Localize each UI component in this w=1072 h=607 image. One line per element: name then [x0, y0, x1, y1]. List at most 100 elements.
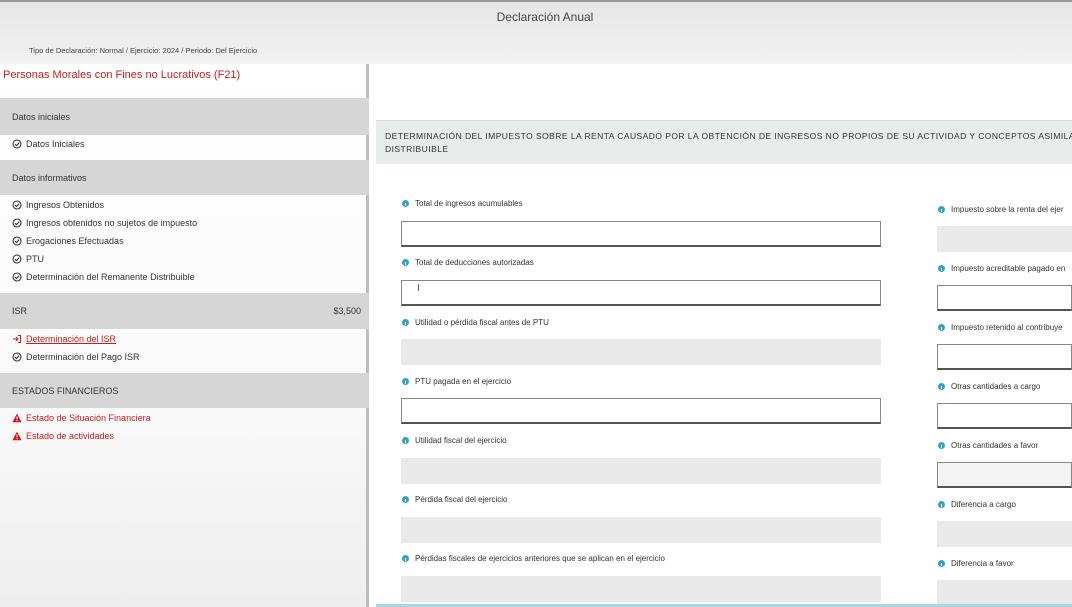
field-label-perdida-fiscal: Pérdida fiscal del ejercicio — [402, 495, 508, 504]
utilidad-perdida-antes-ptu-field — [401, 339, 881, 365]
sidebar-item-det-isr[interactable]: Determinación del ISR — [12, 334, 116, 344]
field-label-total-ingresos: Total de ingresos acumulables — [402, 199, 523, 208]
section-isr[interactable]: ISR $3,500 — [0, 293, 369, 329]
sidebar-item-datos-iniciales[interactable]: Datos Iniciales — [12, 139, 85, 149]
info-icon[interactable] — [938, 324, 945, 331]
top-header: Declaración Anual Tipo de Declaración: N… — [0, 0, 1072, 64]
sidebar-item-label: Ingresos Obtenidos — [26, 200, 105, 210]
field-label-total-deducciones: Total de deducciones autorizadas — [402, 258, 534, 267]
check-circle-icon — [12, 218, 22, 228]
diferencia-favor-field — [937, 580, 1072, 606]
page-title: Declaración Anual — [496, 10, 594, 24]
sidebar-heading: Personas Morales con Fines no Lucrativos… — [3, 69, 241, 81]
field-label-text: Total de ingresos acumulables — [415, 199, 523, 208]
sidebar-item-ptu[interactable]: PTU — [12, 254, 44, 264]
field-label-text: Impuesto retenido al contribuye — [951, 323, 1063, 332]
field-label-text: Diferencia a favor — [951, 559, 1014, 568]
field-label-text: Total de deducciones autorizadas — [415, 258, 534, 267]
sidebar-item-label: Determinación del Remanente Distribuible — [26, 272, 195, 282]
check-circle-icon — [12, 200, 22, 210]
section-datos-informativos[interactable]: Datos informativos — [0, 160, 369, 195]
field-label-text: Impuesto sobre la renta del ejer — [951, 205, 1064, 214]
isr-ejercicio-field — [937, 226, 1072, 252]
section-label: Datos iniciales — [12, 111, 71, 122]
perdidas-anteriores-field — [401, 576, 881, 602]
field-label-utilidad-fiscal: Utilidad fiscal del ejercicio — [402, 436, 507, 445]
main-form-area: DETERMINACIÓN DEL IMPUESTO SOBRE LA RENT… — [372, 64, 1072, 607]
check-circle-icon — [12, 236, 22, 246]
panel-title: DETERMINACIÓN DEL IMPUESTO SOBRE LA RENT… — [385, 131, 1072, 154]
warning-triangle-icon — [12, 413, 22, 423]
sidebar-item-estado-actividades[interactable]: Estado de actividades — [12, 431, 114, 441]
info-icon[interactable] — [402, 555, 409, 562]
info-icon[interactable] — [938, 383, 945, 390]
sidebar: Personas Morales con Fines no Lucrativos… — [0, 64, 369, 607]
field-label-perdidas-anteriores: Pérdidas fiscales de ejercicios anterior… — [402, 554, 665, 563]
info-icon[interactable] — [938, 442, 945, 449]
field-label-isr-ejercicio: Impuesto sobre la renta del ejer — [938, 205, 1064, 214]
sidebar-item-erogaciones[interactable]: Erogaciones Efectuadas — [12, 236, 124, 246]
sidebar-item-label: Estado de Situación Financiera — [26, 413, 151, 423]
panel-title-bar: DETERMINACIÓN DEL IMPUESTO SOBRE LA RENT… — [376, 120, 1072, 164]
total-deducciones-input[interactable] — [401, 280, 881, 306]
impuesto-acreditable-input[interactable] — [937, 285, 1072, 311]
total-ingresos-input[interactable] — [401, 221, 881, 247]
field-label-ptu-pagada: PTU pagada en el ejercicio — [402, 377, 511, 386]
check-circle-icon — [12, 139, 22, 149]
sidebar-item-label: Determinación del ISR — [26, 334, 117, 344]
text-cursor-icon: I — [417, 283, 420, 294]
field-label-diferencia-cargo: Diferencia a cargo — [938, 500, 1016, 509]
info-icon[interactable] — [402, 259, 409, 266]
field-label-text: Utilidad fiscal del ejercicio — [415, 436, 507, 445]
section-estados-financieros[interactable]: ESTADOS FINANCIEROS — [0, 373, 369, 408]
field-label-text: PTU pagada en el ejercicio — [415, 377, 512, 386]
section-label: ESTADOS FINANCIEROS — [12, 385, 119, 396]
field-label-otras-a-cargo: Otras cantidades a cargo — [938, 382, 1040, 391]
field-label-impuesto-acreditable: Impuesto acreditable pagado en — [938, 264, 1065, 273]
info-icon[interactable] — [938, 560, 945, 567]
perdida-fiscal-field — [401, 517, 881, 543]
impuesto-retenido-input[interactable] — [937, 344, 1072, 370]
sidebar-item-label: Estado de actividades — [26, 431, 115, 441]
sidebar-item-label: Determinación del Pago ISR — [26, 352, 140, 362]
otras-a-cargo-input[interactable] — [937, 403, 1072, 429]
field-label-text: Utilidad o pérdida fiscal antes de PTU — [415, 318, 549, 327]
info-icon[interactable] — [402, 319, 409, 326]
warning-triangle-icon — [12, 431, 22, 441]
info-icon[interactable] — [402, 437, 409, 444]
section-amount: $3,500 — [333, 306, 361, 316]
check-circle-icon — [12, 254, 22, 264]
sidebar-item-label: PTU — [26, 254, 44, 264]
section-datos-iniciales[interactable]: Datos iniciales — [0, 98, 369, 135]
info-icon[interactable] — [402, 200, 409, 207]
sidebar-item-ingresos-no-sujetos[interactable]: Ingresos obtenidos no sujetos de impuest… — [12, 218, 197, 228]
info-icon[interactable] — [938, 265, 945, 272]
check-circle-icon — [12, 272, 22, 282]
declaration-subtitle: Tipo de Declaración: Normal / Ejercicio:… — [29, 46, 258, 55]
info-icon[interactable] — [938, 206, 945, 213]
field-label-text: Otras cantidades a favor — [951, 441, 1039, 450]
section-label: ISR — [12, 306, 28, 316]
field-label-diferencia-favor: Diferencia a favor — [938, 559, 1014, 568]
sidebar-item-ingresos-obtenidos[interactable]: Ingresos Obtenidos — [12, 200, 104, 210]
sidebar-item-remanente[interactable]: Determinación del Remanente Distribuible — [12, 272, 195, 282]
info-icon[interactable] — [402, 496, 409, 503]
info-icon[interactable] — [938, 501, 945, 508]
diferencia-cargo-field — [937, 521, 1072, 547]
section-label: Datos informativos — [12, 172, 87, 183]
utilidad-fiscal-field — [401, 458, 881, 484]
ptu-pagada-input[interactable] — [401, 398, 881, 424]
field-label-text: Pérdidas fiscales de ejercicios anterior… — [415, 554, 665, 563]
sign-in-arrow-icon — [13, 334, 22, 344]
field-label-text: Impuesto acreditable pagado en — [951, 264, 1066, 273]
sidebar-item-det-pago-isr[interactable]: Determinación del Pago ISR — [12, 352, 140, 362]
field-label-impuesto-retenido: Impuesto retenido al contribuye — [938, 323, 1063, 332]
field-label-text: Diferencia a cargo — [951, 500, 1016, 509]
sidebar-item-label: Datos Iniciales — [26, 139, 85, 149]
field-label-utilidad-perdida-antes-ptu: Utilidad o pérdida fiscal antes de PTU — [402, 318, 549, 327]
field-label-text: Otras cantidades a cargo — [951, 382, 1041, 391]
sidebar-item-label: Ingresos obtenidos no sujetos de impuest… — [26, 218, 198, 228]
info-icon[interactable] — [402, 378, 409, 385]
sidebar-item-situacion-financiera[interactable]: Estado de Situación Financiera — [12, 413, 151, 423]
otras-a-favor-input[interactable] — [937, 462, 1072, 488]
